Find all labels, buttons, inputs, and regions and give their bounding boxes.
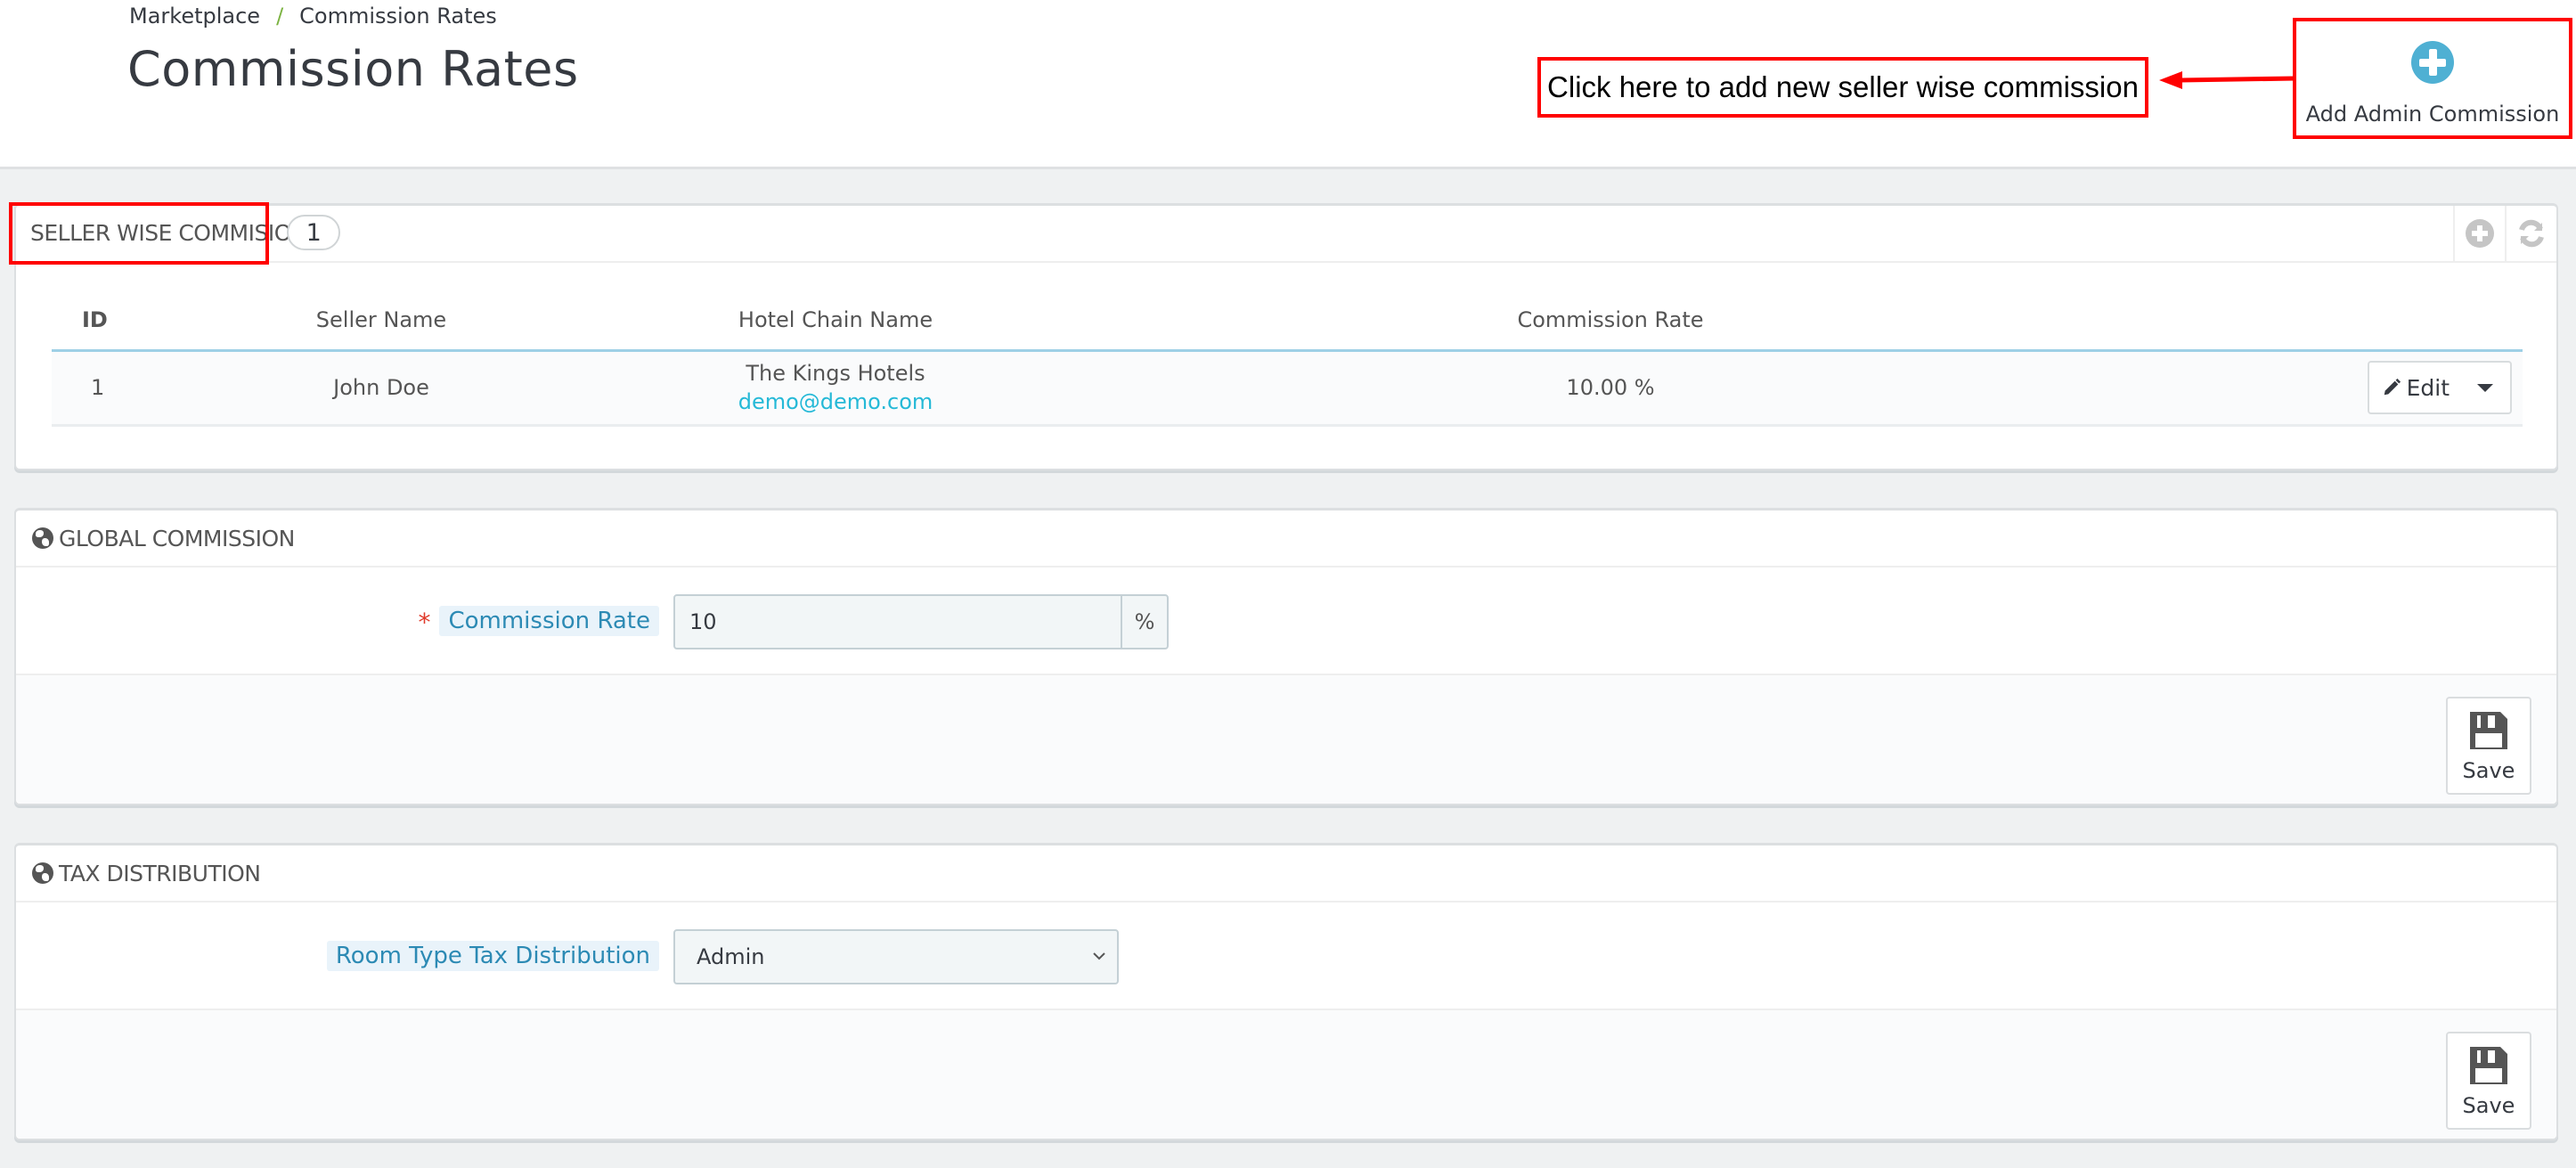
column-header-actions xyxy=(2091,291,2523,352)
column-header-hotel-chain-name[interactable]: Hotel Chain Name xyxy=(542,291,1129,352)
caret-down-icon xyxy=(2477,383,2493,392)
seller-email-link[interactable]: demo@demo.com xyxy=(542,389,1129,414)
room-type-tax-select[interactable]: Admin xyxy=(673,929,1119,984)
floppy-disk-icon xyxy=(2470,712,2507,749)
plus-circle-icon xyxy=(2411,41,2454,84)
tax-distribution-panel: TAX DISTRIBUTION Room Type Tax Distribut… xyxy=(14,843,2558,1140)
edit-label: Edit xyxy=(2406,374,2450,401)
actions-dropdown-toggle[interactable] xyxy=(2460,363,2510,412)
panel-footer: Save xyxy=(16,1009,2556,1139)
save-button[interactable]: Save xyxy=(2446,1032,2531,1130)
required-marker: * xyxy=(418,607,431,637)
panel-heading: TAX DISTRIBUTION xyxy=(16,845,2556,903)
breadcrumb-item-current: Commission Rates xyxy=(299,4,497,29)
plus-circle-icon xyxy=(2466,219,2494,248)
hotel-chain-name: The Kings Hotels xyxy=(746,361,925,386)
room-type-tax-label-text: Room Type Tax Distribution xyxy=(326,941,659,971)
panel-title: TAX DISTRIBUTION xyxy=(59,860,261,886)
add-admin-commission-button[interactable]: Add Admin Commission xyxy=(2293,18,2572,139)
room-type-tax-label: Room Type Tax Distribution xyxy=(326,938,659,974)
cell-id: 1 xyxy=(52,350,221,427)
column-header-commission-rate[interactable]: Commission Rate xyxy=(1129,291,2091,352)
tax-distribution-form-row: Room Type Tax Distribution Admin xyxy=(16,903,2556,1013)
save-label: Save xyxy=(2462,1093,2515,1118)
page-title: Commission Rates xyxy=(127,41,579,97)
add-admin-commission-label: Add Admin Commission xyxy=(2305,102,2560,127)
cell-commission-rate: 10.00 % xyxy=(1129,350,2091,427)
percent-addon: % xyxy=(1121,596,1167,648)
global-commission-panel: GLOBAL COMMISSION * Commission Rate % Sa… xyxy=(14,508,2558,805)
seller-commission-table: ID Seller Name Hotel Chain Name Commissi… xyxy=(52,291,2523,427)
breadcrumb-item-marketplace[interactable]: Marketplace xyxy=(129,4,260,29)
cell-seller-name: John Doe xyxy=(221,350,542,427)
page-header: Marketplace / Commission Rates Commission … xyxy=(0,0,2576,169)
refresh-icon xyxy=(2519,219,2544,248)
save-button[interactable]: Save xyxy=(2446,697,2531,795)
annotation-highlight-box xyxy=(9,202,269,265)
column-header-id[interactable]: ID xyxy=(52,291,221,352)
panel-heading: SELLER WISE COMMISION 1 xyxy=(16,206,2556,263)
globe-icon xyxy=(32,527,53,549)
globe-icon xyxy=(32,862,53,884)
commission-rate-form-row: * Commission Rate % xyxy=(16,568,2556,678)
seller-commission-panel: SELLER WISE COMMISION 1 ID Seller Name H… xyxy=(9,202,2558,470)
selected-option: Admin xyxy=(697,944,765,969)
chevron-down-icon xyxy=(1093,952,1105,960)
row-action-group: Edit xyxy=(2367,361,2512,414)
count-badge: 1 xyxy=(287,215,340,250)
column-header-seller-name[interactable]: Seller Name xyxy=(221,291,542,352)
save-label: Save xyxy=(2462,758,2515,783)
commission-rate-input-group: % xyxy=(673,594,1169,649)
cell-actions: Edit xyxy=(2091,350,2523,427)
breadcrumb-separator: / xyxy=(276,4,284,29)
panel-toolbar xyxy=(2453,206,2556,261)
cell-hotel-chain: The Kings Hotels demo@demo.com xyxy=(542,350,1129,427)
table-header-row: ID Seller Name Hotel Chain Name Commissi… xyxy=(52,291,2523,352)
breadcrumb: Marketplace / Commission Rates xyxy=(129,4,497,29)
commission-rate-input[interactable] xyxy=(675,596,1121,648)
table-row[interactable]: 1 John Doe The Kings Hotels demo@demo.co… xyxy=(52,350,2523,427)
panel-footer: Save xyxy=(16,674,2556,804)
panel-title: GLOBAL COMMISSION xyxy=(59,525,295,551)
commission-rate-label: * Commission Rate xyxy=(418,603,659,639)
pencil-icon xyxy=(2384,378,2401,396)
add-new-button[interactable] xyxy=(2453,206,2505,261)
edit-button[interactable]: Edit xyxy=(2369,375,2460,401)
floppy-disk-icon xyxy=(2470,1047,2507,1084)
panel-heading: GLOBAL COMMISSION xyxy=(16,510,2556,568)
annotation-arrow-icon xyxy=(2159,71,2295,89)
annotation-callout: Click here to add new seller wise commis… xyxy=(1537,57,2148,118)
refresh-button[interactable] xyxy=(2505,206,2556,261)
commission-rate-label-text: Commission Rate xyxy=(439,606,659,636)
